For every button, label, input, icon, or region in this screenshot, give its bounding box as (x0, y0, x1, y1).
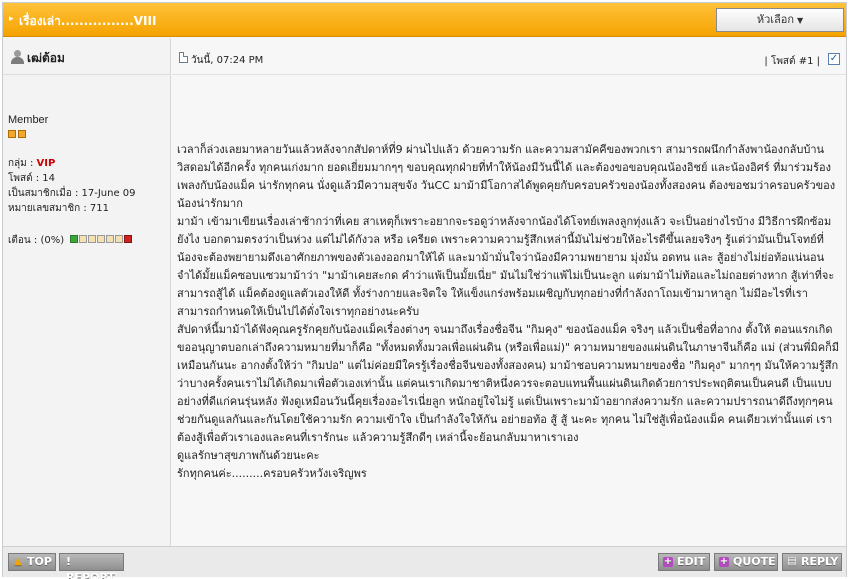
user-title: Member (8, 114, 49, 126)
post-number-link[interactable]: | โพสต์ #1 | (764, 54, 820, 69)
plus-icon: + (663, 556, 673, 567)
thread-title: เรื่องเล่า................VIII (19, 14, 157, 28)
plus-icon: + (719, 556, 729, 567)
tools-label: หัวเลือก (756, 13, 795, 26)
group-badge: VIP (36, 158, 56, 169)
message-paragraph: เวลาก็ล่วงเลยมาหลายวันแล้วหลังจากสัปดาห์… (177, 143, 836, 210)
message-paragraph: สัปดาห์นี้มาม้าได้ฟังคุณครูรักคุยกับน้อง… (177, 323, 840, 444)
page-icon: ▤ (787, 556, 797, 567)
user-member-number: หมายเลขสมาชิก : 711 (8, 203, 110, 214)
rank-star-icon (18, 130, 26, 138)
user-icon (11, 50, 24, 64)
edit-button[interactable]: + EDIT (658, 553, 710, 571)
message-paragraph: ดูแลรักษาสุขภาพกันด้วยนะคะ (177, 449, 320, 462)
top-button[interactable]: ▲ TOP (8, 553, 56, 571)
user-details: กลุ่ม : VIP โพสต์ : 14 เป็นสมาชิกเมื่อ :… (8, 156, 136, 216)
user-joined: เป็นสมาชิกเมื่อ : 17-June 09 (8, 188, 136, 199)
post-header: ▸ เรื่องเล่า................VIII หัวเลือ… (3, 3, 846, 37)
rank-stars (8, 129, 28, 141)
post-date: วันนี้, 07:24 PM (191, 55, 264, 66)
report-button[interactable]: ! REPORT (59, 553, 124, 579)
reply-button[interactable]: ▤ REPLY (782, 553, 842, 571)
collapse-arrow-icon[interactable]: ▸ (9, 13, 14, 24)
post-container: ▸ เรื่องเล่า................VIII หัวเลือ… (2, 2, 847, 579)
warning-label: เตือน : (0%) (8, 235, 65, 246)
post-body: วันนี้, 07:24 PM | โพสต์ #1 | ✓ เวลาก็ล่… (172, 38, 846, 546)
warning-level: เตือน : (0%) (8, 233, 133, 248)
user-posts: โพสต์ : 14 (8, 173, 56, 184)
message-paragraph: จำได้มั้ยแม็คซอบแซวมาม้าว่า "มาม้าเคยสะก… (177, 269, 835, 318)
tools-dropdown-button[interactable]: หัวเลือก ▼ (716, 8, 844, 32)
rank-star-icon (8, 130, 16, 138)
post-footer: ▲ TOP ! REPORT + EDIT + QUOTE ▤ REPLY (3, 546, 846, 579)
post-meta: วันนี้, 07:24 PM | โพสต์ #1 | ✓ (172, 38, 846, 75)
user-group: กลุ่ม : VIP (8, 158, 56, 169)
document-icon (179, 52, 188, 63)
user-row: เฒ่ต้อม (3, 38, 171, 75)
warning-bar (70, 234, 133, 246)
user-info-panel: เฒ่ต้อม Member กลุ่ม : VIP โพสต์ : 14 เป… (3, 38, 171, 546)
arrow-up-icon: ▲ (14, 556, 22, 567)
quote-button[interactable]: + QUOTE (714, 553, 778, 571)
username-link[interactable]: เฒ่ต้อม (27, 49, 65, 68)
message-paragraph: มาม้า เข้ามาเขียนเรื่องเล่าช้ากว่าที่เคย… (177, 215, 832, 264)
message-paragraph: รักทุกคนค่ะ.........ครอบครัวหวังเจริญพร (177, 467, 367, 480)
post-message: เวลาก็ล่วงเลยมาหลายวันแล้วหลังจากสัปดาห์… (177, 141, 841, 483)
chevron-down-icon: ▼ (797, 16, 804, 25)
select-post-checkbox[interactable]: ✓ (828, 53, 840, 65)
